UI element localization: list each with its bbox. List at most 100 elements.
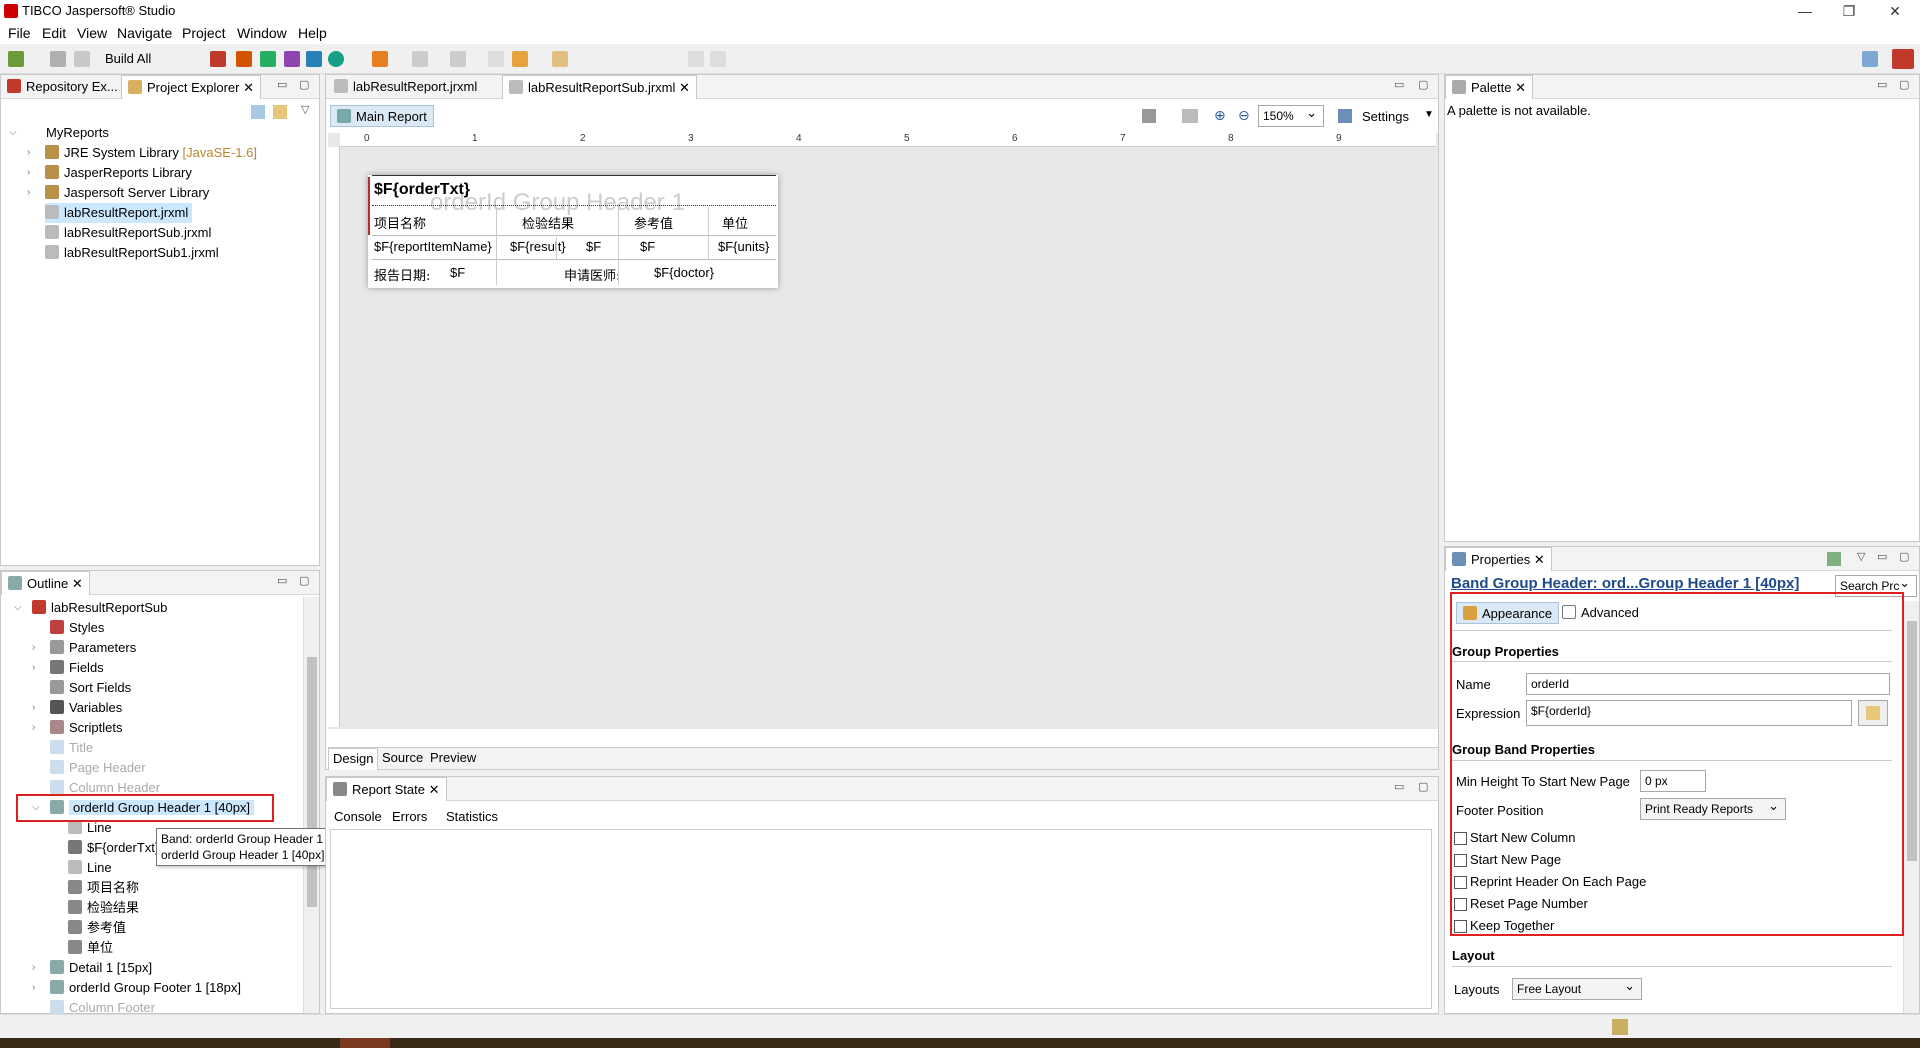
maximize-view-icon[interactable]: ▢ [1418,780,1428,793]
save-icon[interactable] [50,51,66,67]
console-area[interactable] [330,829,1432,1009]
settings-button[interactable]: Settings [1362,109,1409,124]
order-text-field[interactable]: $F{orderTxt} [374,181,470,199]
export-icon[interactable] [260,51,276,67]
reset-page-number-checkbox[interactable] [1454,898,1467,911]
minimize-editor-icon[interactable]: ▭ [1394,78,1404,91]
tab-project-explorer[interactable]: Project Explorer ✕ [121,75,261,99]
jaspersoft-perspective-icon[interactable] [1892,49,1914,69]
minimize-view-icon[interactable]: ▭ [277,574,287,587]
tab-repository-explorer[interactable]: Repository Ex... [1,75,124,99]
tab-errors[interactable]: Errors [392,809,427,824]
forward-arrow-icon[interactable] [552,51,568,67]
footer-report-date-label[interactable]: 报告日期: [374,265,430,284]
zoom-combo[interactable]: 150% [1258,105,1324,127]
run-icon[interactable] [328,51,344,67]
report-icon[interactable] [236,51,252,67]
tab-advanced[interactable]: Advanced [1562,605,1639,620]
minimize-view-icon[interactable]: ▭ [1877,550,1887,563]
tree-item-labresultreportsub1[interactable]: labResultReportSub1.jrxml [45,243,219,263]
tree-item-myreports[interactable]: ⌵ MyReports [9,123,109,143]
layouts-select[interactable]: Free Layout [1512,978,1642,1000]
tab-palette[interactable]: Palette ✕ [1445,75,1533,99]
tab-report-state[interactable]: Report State ✕ [326,777,447,801]
outline-label-result[interactable]: 检验结果 [50,898,139,918]
outline-line-2[interactable]: Line [50,858,112,878]
name-input[interactable]: orderId [1526,673,1890,695]
minimize-view-icon[interactable]: ▭ [1877,78,1887,91]
expression-editor-button[interactable] [1858,700,1888,726]
wand-icon[interactable] [372,51,388,67]
dotted-line[interactable] [372,205,776,206]
outline-group-footer[interactable]: › orderId Group Footer 1 [18px] [32,978,241,998]
outline-label-item-name[interactable]: 项目名称 [50,878,139,898]
debug-icon[interactable] [210,51,226,67]
expand-arrow-icon[interactable]: › [32,958,44,978]
open-perspective-icon[interactable] [1862,51,1878,67]
view-menu-icon[interactable]: ▽ [301,103,309,116]
tree-item-labresultreportsub[interactable]: labResultReportSub.jrxml [45,223,211,243]
keep-together-checkbox[interactable] [1454,920,1467,933]
footer-doctor-label[interactable]: 申请医师: [564,265,620,284]
tree-item-jre-library[interactable]: › JRE System Library [JavaSE-1.6] [27,143,257,163]
tab-labresultreport[interactable]: labResultReport.jrxml [328,75,483,99]
expand-arrow-icon[interactable]: › [32,698,44,718]
top-line[interactable] [372,175,776,176]
outline-parameters[interactable]: › Parameters [32,638,136,658]
maximize-editor-icon[interactable]: ▢ [1418,78,1428,91]
tab-properties[interactable]: Properties ✕ [1445,547,1552,571]
footer-doctor-field[interactable]: $F{doctor} [654,265,714,280]
view-menu-icon[interactable]: ▽ [1857,550,1865,563]
detail-item-name[interactable]: $F{reportItemName} [374,239,492,254]
outline-label-reference[interactable]: 参考值 [50,918,126,938]
detail-result[interactable]: $F{result} [510,239,566,254]
maximize-view-icon[interactable]: ▢ [1899,550,1909,563]
outline-page-header[interactable]: Page Header [32,758,146,778]
outline-sort-fields[interactable]: Sort Fields [32,678,131,698]
compile-icon[interactable] [284,51,300,67]
header-item-name[interactable]: 项目名称 [374,213,426,232]
menu-project[interactable]: Project [182,25,226,41]
tree-item-labresultreport[interactable]: labResultReport.jrxml [45,203,193,223]
header-units[interactable]: 单位 [722,213,748,232]
expand-arrow-icon[interactable]: › [32,658,44,678]
tab-preview[interactable]: Preview [426,748,480,770]
zoom-out-icon[interactable]: ⊖ [1238,107,1250,124]
maximize-view-icon[interactable]: ▢ [299,78,309,91]
outline-order-text[interactable]: $F{orderTxt} [50,838,159,858]
outline-title[interactable]: Title [32,738,93,758]
new-icon[interactable] [8,51,24,67]
restore-icon[interactable]: ❐ [1834,2,1864,20]
last-edit-icon[interactable] [488,51,504,67]
outline-label-units[interactable]: 单位 [50,938,113,958]
report-band-page[interactable]: orderId Group Header 1 $F{orderTxt} 项目名称… [368,175,778,288]
deploy-icon[interactable] [306,51,322,67]
footer-position-select[interactable]: Print Ready Reports [1640,798,1786,820]
menu-edit[interactable]: Edit [42,25,66,41]
tab-labresultreportsub[interactable]: labResultReportSub.jrxml ✕ [502,75,697,99]
pin-icon[interactable] [1827,552,1841,566]
prev-annotation-icon[interactable] [450,51,466,67]
minimize-view-icon[interactable]: ▭ [1394,780,1404,793]
menu-window[interactable]: Window [237,25,287,41]
outline-fields[interactable]: › Fields [32,658,104,678]
expand-arrow-icon[interactable]: › [32,638,44,658]
expand-arrow-icon[interactable]: ⌵ [14,598,26,618]
menu-navigate[interactable]: Navigate [117,25,172,41]
tab-appearance[interactable]: Appearance [1456,602,1560,624]
link-editor-icon[interactable] [273,105,287,119]
tab-source[interactable]: Source [378,748,427,770]
redo-icon[interactable] [710,51,726,67]
zoom-in-icon[interactable]: ⊕ [1214,107,1226,124]
detail-flag[interactable]: $F [586,239,601,254]
outline-scriptlets[interactable]: › Scriptlets [32,718,122,738]
header-reference[interactable]: 参考值 [634,213,673,232]
min-height-input[interactable]: 0 px [1640,770,1706,792]
start-new-page-checkbox[interactable] [1454,854,1467,867]
settings-dropdown-icon[interactable]: ▼ [1424,109,1434,120]
grid-icon[interactable] [1182,109,1198,123]
reprint-header-checkbox[interactable] [1454,876,1467,889]
detail-units[interactable]: $F{units} [718,239,769,254]
tab-statistics[interactable]: Statistics [446,809,498,824]
outline-scrollbar[interactable] [303,597,319,1013]
